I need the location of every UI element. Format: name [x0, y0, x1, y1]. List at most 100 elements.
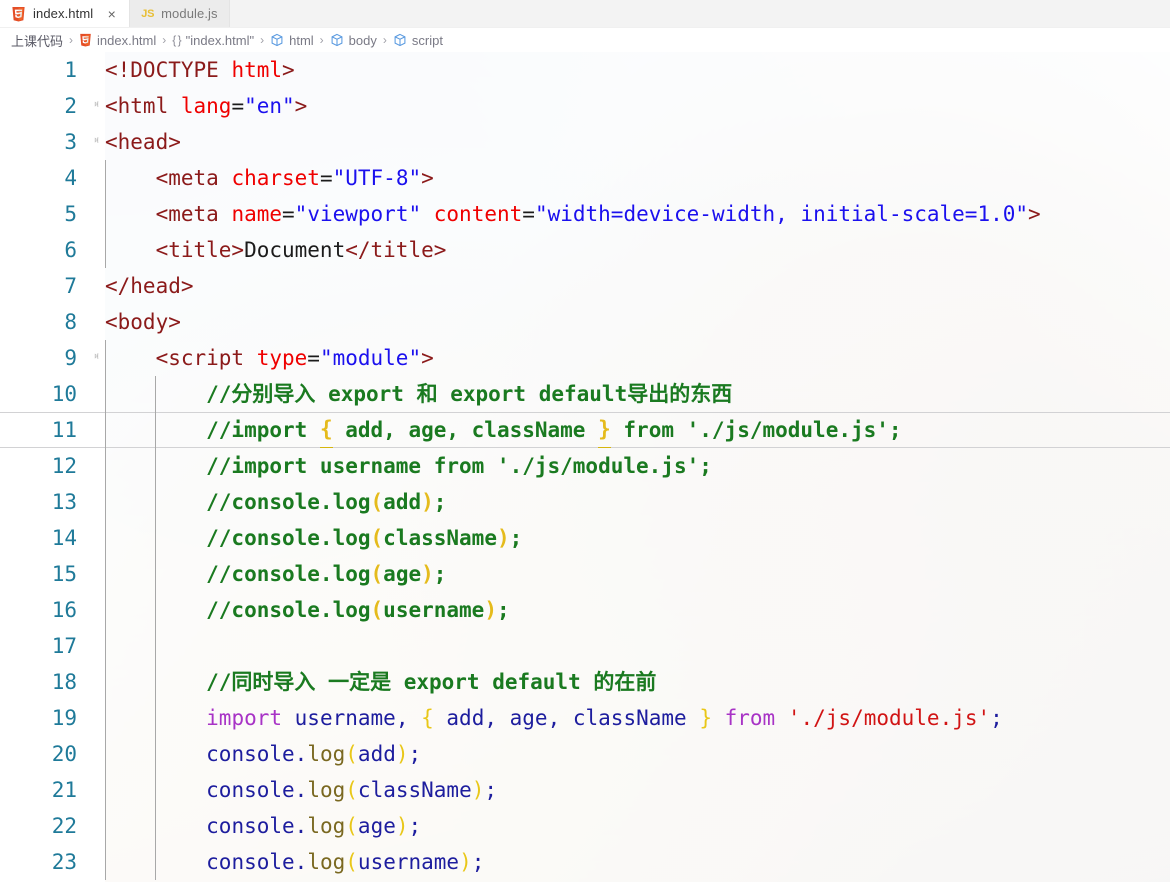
- code-line-content: //import { add, age, className } from '.…: [105, 412, 1170, 448]
- indent-guide: [155, 592, 157, 628]
- code-line[interactable]: 11 //import { add, age, className } from…: [0, 412, 1170, 448]
- indent-guide: [155, 376, 157, 412]
- code-line[interactable]: 9ⱝ <script type = "module" >: [0, 340, 1170, 376]
- code-line[interactable]: 19 import username, { add, age, classNam…: [0, 700, 1170, 736]
- tab-module-js[interactable]: JS module.js: [130, 0, 230, 27]
- indent-guide: [105, 376, 106, 412]
- line-number: 14: [51, 526, 77, 550]
- code-line[interactable]: 22 console. log(age);: [0, 808, 1170, 844]
- code-token: ;: [408, 742, 422, 766]
- line-number: 15: [51, 562, 77, 586]
- code-token: console: [206, 778, 295, 802]
- code-line[interactable]: 12 //import username from './js/module.j…: [0, 448, 1170, 484]
- breadcrumb-item-folder[interactable]: 上课代码: [10, 31, 64, 50]
- breadcrumb-item-index-html[interactable]: index.html: [78, 33, 157, 48]
- breadcrumb-label: 上课代码: [11, 33, 64, 49]
- breadcrumb-separator: ›: [69, 33, 74, 47]
- code-line[interactable]: 15 //console.log(age);: [0, 556, 1170, 592]
- code-line-content: //console.log(className);: [105, 520, 1170, 556]
- code-token: >: [1028, 202, 1041, 226]
- code-line[interactable]: 18 //同时导入 一定是 export default 的在前: [0, 664, 1170, 700]
- indent-guide: [105, 772, 106, 808]
- code-token: //import username from './js/module.js';: [105, 454, 712, 478]
- code-line[interactable]: 1 <!DOCTYPE html >: [0, 52, 1170, 88]
- code-token: //console.log: [105, 598, 371, 622]
- code-line-content: </head>: [105, 268, 1170, 304]
- indent-guide: [155, 700, 157, 736]
- code-token: ;: [509, 526, 523, 550]
- code-line[interactable]: 7 </head>: [0, 268, 1170, 304]
- code-token: ;: [496, 598, 510, 622]
- code-line[interactable]: 23 console. log(username);: [0, 844, 1170, 880]
- line-number: 17: [51, 634, 77, 658]
- breadcrumb-separator: ›: [382, 33, 387, 47]
- line-number: 13: [51, 490, 77, 514]
- code-token: =: [231, 94, 245, 118]
- indent-guide: [155, 412, 157, 448]
- fold-chevron-icon[interactable]: ⱝ: [88, 340, 105, 376]
- fold-chevron-icon[interactable]: ⱝ: [88, 124, 105, 160]
- indent-guide: [155, 664, 157, 700]
- code-token: "module": [319, 346, 422, 370]
- indent-guide: [105, 160, 106, 196]
- indent-guide: [105, 232, 106, 268]
- code-line[interactable]: 16 //console.log(username);: [0, 592, 1170, 628]
- code-token: name: [231, 202, 283, 226]
- line-number: 21: [51, 778, 77, 802]
- indent-guide: [105, 628, 106, 664]
- breadcrumb-item-body[interactable]: body: [329, 33, 378, 48]
- symbol-cube-icon: [393, 33, 407, 47]
- code-token: "viewport": [294, 202, 422, 226]
- code-token: add: [433, 706, 485, 730]
- code-token: .: [294, 814, 308, 838]
- indent-guide: [105, 664, 106, 700]
- code-token: >: [421, 166, 434, 190]
- code-line[interactable]: 8 <body>: [0, 304, 1170, 340]
- breadcrumb-separator: ›: [319, 33, 324, 47]
- code-line[interactable]: 3 ⱝ <head>: [0, 124, 1170, 160]
- code-line[interactable]: 10 //分别导入 export 和 export default导出的东西: [0, 376, 1170, 412]
- line-number: 5: [64, 202, 77, 226]
- code-token: <meta: [105, 166, 232, 190]
- code-token: <meta: [105, 202, 232, 226]
- code-line[interactable]: 6 <title> Document </title>: [0, 232, 1170, 268]
- breadcrumb-item-html[interactable]: html: [269, 33, 315, 48]
- code-token: from './js/module.js';: [610, 418, 902, 442]
- code-line-content: //console.log(username);: [105, 592, 1170, 628]
- code-line[interactable]: 4 <meta charset = "UTF-8" >: [0, 160, 1170, 196]
- breadcrumb-item-script[interactable]: script: [392, 33, 444, 48]
- code-token: .: [294, 850, 308, 874]
- code-line[interactable]: 5 <meta name = "viewport" content = "width=d…: [0, 196, 1170, 232]
- code-line[interactable]: 14 //console.log(className);: [0, 520, 1170, 556]
- line-number: 10: [51, 382, 77, 406]
- code-token: }: [699, 706, 712, 730]
- code-token: =: [307, 346, 320, 370]
- code-surface[interactable]: 1 <!DOCTYPE html >2 ⱝ <html lang = "en" >3 ⱝ <hea…: [0, 52, 1170, 880]
- code-line-content: console. log(username);: [105, 844, 1170, 880]
- code-line[interactable]: 21 console. log(className);: [0, 772, 1170, 808]
- tab-label: module.js: [161, 6, 218, 21]
- fold-chevron-icon[interactable]: ⱝ: [88, 88, 105, 124]
- close-icon[interactable]: ×: [105, 7, 118, 21]
- code-line-content: <meta name = "viewport" content = "width=dev…: [105, 196, 1170, 232]
- line-number: 11: [51, 418, 77, 442]
- code-token: ): [421, 562, 434, 586]
- breadcrumb-label: index.html: [97, 32, 157, 48]
- breadcrumb-item-index-html-symbol[interactable]: { } "index.html": [171, 33, 255, 48]
- code-line[interactable]: 17: [0, 628, 1170, 664]
- code-line[interactable]: 20 console. log(add);: [0, 736, 1170, 772]
- symbol-cube-icon: [330, 33, 344, 47]
- code-line[interactable]: 13 //console.log(add);: [0, 484, 1170, 520]
- line-number: 3: [64, 130, 77, 154]
- code-token: username: [383, 598, 485, 622]
- code-token: ): [395, 742, 409, 766]
- code-token: <script: [105, 346, 257, 370]
- code-line[interactable]: 2 ⱝ <html lang = "en" >: [0, 88, 1170, 124]
- breadcrumb-separator: ›: [260, 33, 265, 47]
- code-token: >: [421, 346, 434, 370]
- code-token: ;: [408, 814, 422, 838]
- line-number: 22: [51, 814, 77, 838]
- code-editor[interactable]: 1 <!DOCTYPE html >2 ⱝ <html lang = "en" >3 ⱝ <hea…: [0, 52, 1170, 882]
- code-token: (: [370, 562, 384, 586]
- tab-index-html[interactable]: index.html ×: [0, 0, 131, 27]
